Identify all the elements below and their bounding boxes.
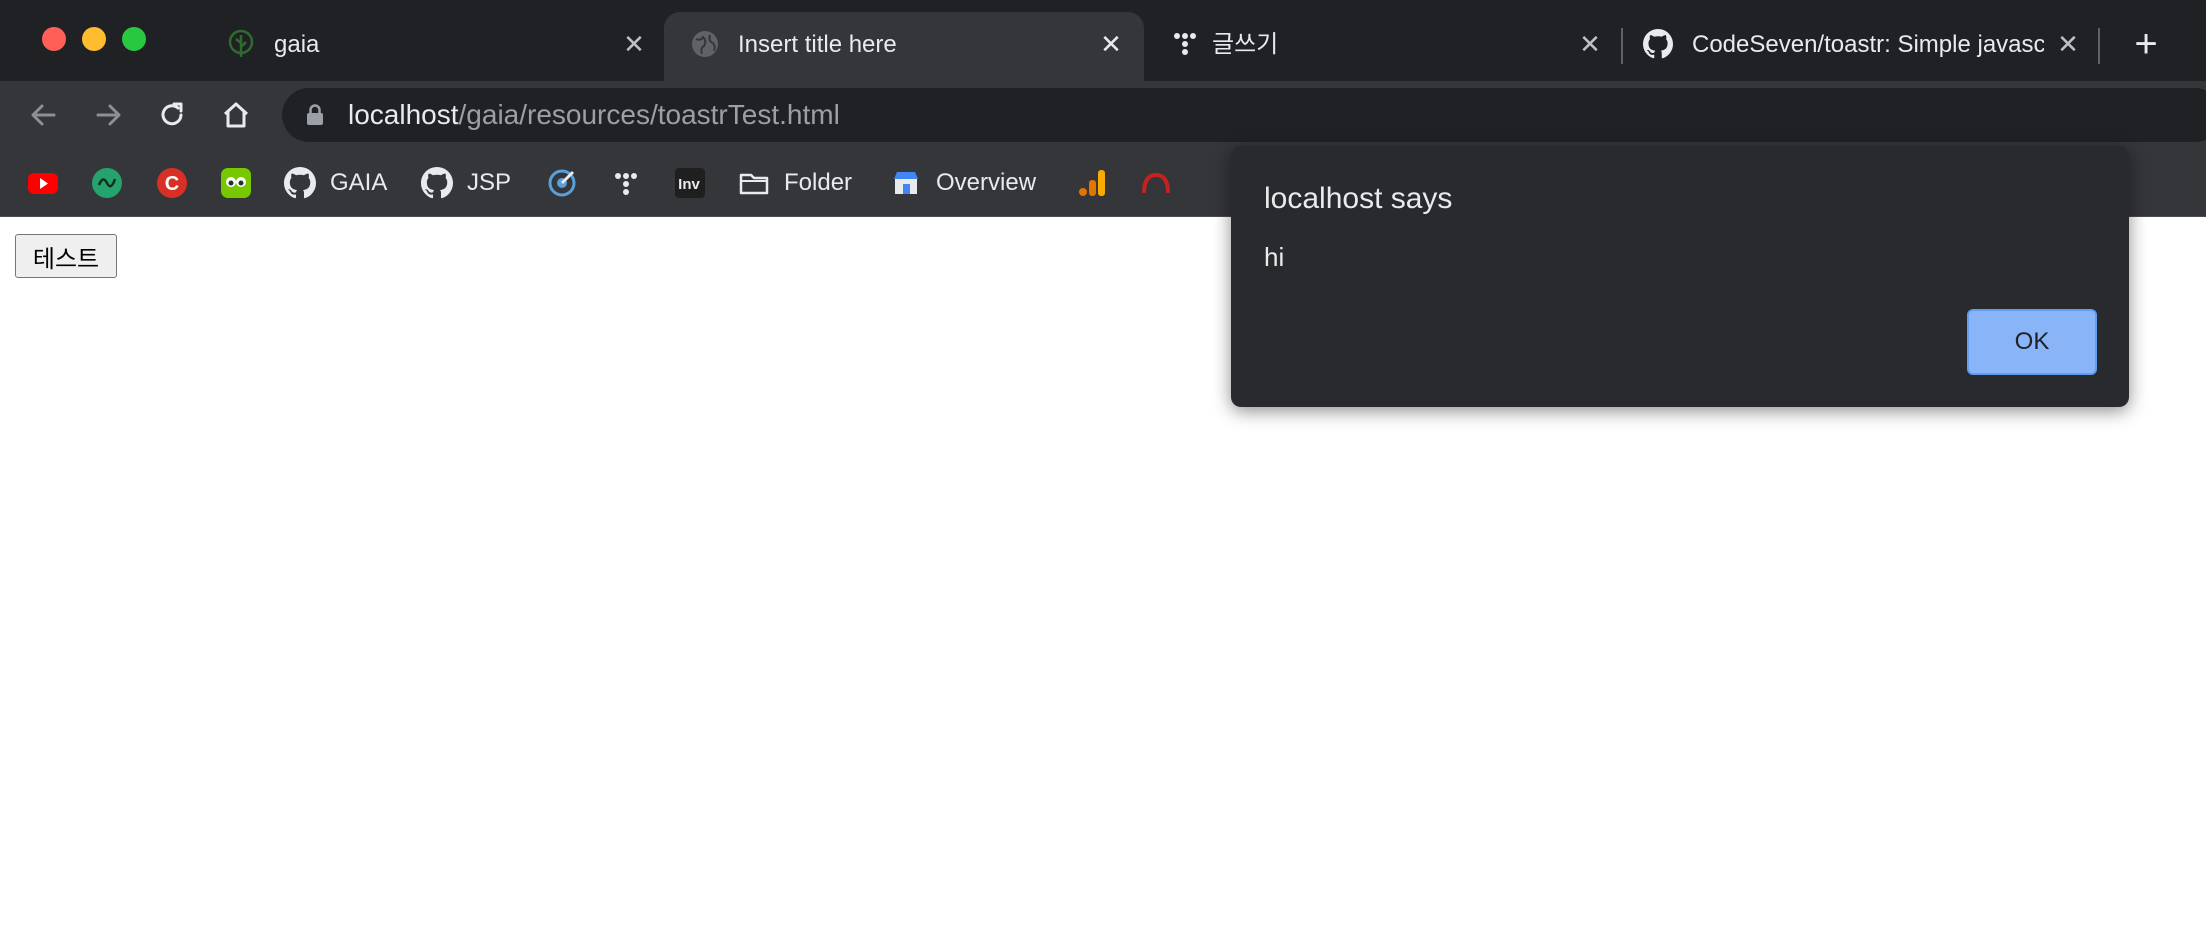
tab-separator [2098,28,2100,64]
svg-text:C: C [165,173,179,195]
bookmark-analytics[interactable] [1076,163,1108,203]
new-tab-button[interactable]: + [2124,22,2168,66]
red-arc-icon [1142,172,1170,194]
forward-arrow-icon[interactable] [88,95,128,135]
bookmark-target[interactable] [546,163,578,203]
window-close-button[interactable] [42,27,66,51]
lock-icon[interactable] [306,104,324,126]
bookmark-label: JSP [467,169,512,196]
dialog-title: localhost says [1264,182,1453,215]
close-tab-icon[interactable]: ✕ [1574,28,1606,60]
alert-dialog: localhost says hi OK [1231,146,2129,407]
tab-separator [1621,28,1623,64]
bookmark-label: Overview [936,169,1037,196]
test-button[interactable]: 테스트 [15,234,117,278]
tab-strip: gaia ✕ Insert title here ✕ 글쓰기 ✕ CodeSev… [0,0,2206,81]
dialog-message: hi [1264,242,1285,272]
bookmark-label: GAIA [330,169,388,196]
bookmark-inv[interactable]: Inv [674,163,706,203]
bookmark-red-c[interactable]: C [156,163,188,203]
tree-icon [228,29,254,57]
youtube-icon [28,173,58,194]
bookmark-red-arc[interactable] [1140,163,1172,203]
close-tab-icon[interactable]: ✕ [618,28,650,60]
green-logo-icon [92,168,122,198]
tab-github-toastr[interactable]: CodeSeven/toastr: Simple javascript toas… [1625,12,2085,81]
close-tab-icon[interactable]: ✕ [2052,28,2084,60]
target-icon [548,169,576,197]
browser-toolbar: localhost/gaia/resources/toastrTest.html [0,81,2206,149]
close-tab-icon[interactable]: ✕ [1095,28,1127,60]
store-icon [894,172,918,194]
tab-gaia[interactable]: gaia ✕ [200,12,660,81]
tistory-icon [615,173,637,195]
bookmark-gaia[interactable]: GAIA [284,163,387,203]
github-icon [284,167,316,199]
ok-button[interactable]: OK [1967,309,2097,375]
inv-icon: Inv [675,168,705,198]
tab-insert-title-here[interactable]: Insert title here ✕ [664,12,1144,81]
tab-title: CodeSeven/toastr: Simple javascript toas… [1692,31,2044,58]
bookmark-tistory[interactable] [610,163,642,203]
reload-icon[interactable] [152,95,192,135]
bookmark-label: Folder [784,169,853,196]
bookmark-green-logo[interactable] [91,163,123,203]
address-bar[interactable]: localhost/gaia/resources/toastrTest.html [282,88,2206,142]
url-host: localhost [348,99,459,130]
github-icon [421,167,453,199]
home-icon[interactable] [216,95,256,135]
window-minimize-button[interactable] [82,27,106,51]
tab-title: Insert title here [738,31,897,58]
bookmark-youtube[interactable] [27,163,59,203]
globe-icon [692,31,718,57]
tistory-icon [1174,33,1196,55]
tab-title: gaia [274,31,320,58]
bookmark-jsp[interactable]: JSP [421,163,511,203]
bookmark-duolingo[interactable] [220,163,252,203]
svg-text:Inv: Inv [678,176,700,193]
github-icon [1643,29,1673,59]
url-text[interactable]: localhost/gaia/resources/toastrTest.html [348,98,840,132]
red-c-icon: C [157,168,187,198]
tab-tistory-write[interactable]: 글쓰기 ✕ [1148,12,1608,81]
analytics-icon [1079,170,1105,196]
bookmark-overview[interactable]: Overview [890,163,1036,203]
tab-title: 글쓰기 [1212,31,1279,58]
url-path: /gaia/resources/toastrTest.html [458,99,840,130]
duolingo-icon [221,168,251,198]
back-arrow-icon[interactable] [24,95,64,135]
window-maximize-button[interactable] [122,27,146,51]
folder-icon [739,173,769,195]
bookmark-folder[interactable]: Folder [738,163,852,203]
